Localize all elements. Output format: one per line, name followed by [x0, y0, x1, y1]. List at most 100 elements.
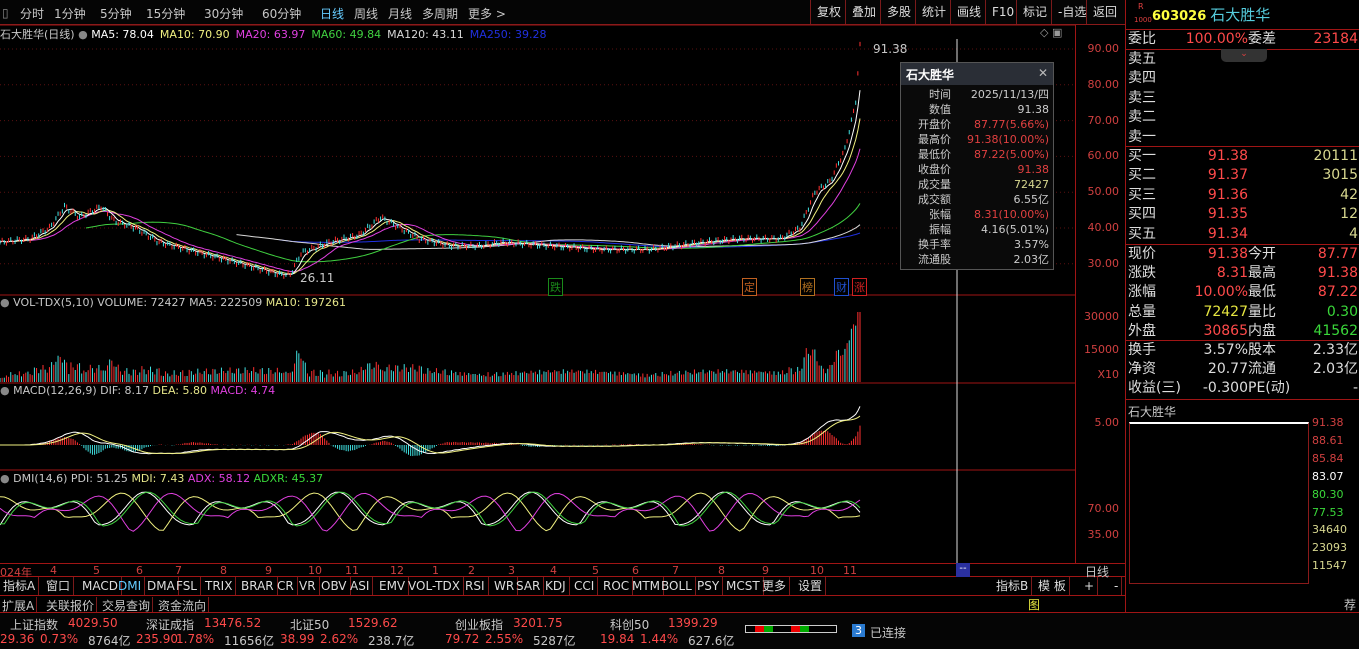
toolbar-button-4[interactable]: 画线 [950, 0, 987, 24]
tooltip-row: 成交额 6.55亿 [901, 192, 1053, 207]
indicator-tab-指标a[interactable]: 指标A [0, 577, 40, 595]
indicator-tab-boll[interactable]: BOLL [658, 577, 696, 595]
tooltip-key: 开盘价 [918, 118, 951, 131]
event-marker[interactable]: 定 [742, 278, 757, 296]
quote-row: 涨跌 8.31 最高 91.38 [1128, 265, 1358, 282]
index-value: 3201.75 [513, 616, 563, 630]
period-toolbar: ▯ 分时 1分钟 5分钟 15分钟 30分钟 60分钟 日线 周线 月线 多周期 更多 > 复权 叠加 多股… [0, 0, 1125, 25]
toolbar-button-6[interactable]: 标记 [1016, 0, 1053, 24]
indicator-tab-cci[interactable]: CCI [571, 577, 599, 595]
tab-period-2[interactable]: 5分钟 [100, 5, 132, 22]
tab-period-1[interactable]: 1分钟 [54, 5, 86, 22]
bid-row: 买三 91.36 42 [1128, 186, 1358, 203]
indicator-tab-dmi[interactable]: DMI [115, 577, 146, 595]
indicator-tab-asi[interactable]: ASI [347, 577, 374, 595]
date-tick: 8 [718, 564, 725, 577]
indicator-tab-窗口[interactable]: 窗口 [43, 577, 75, 595]
indicator-tab-cr[interactable]: CR [274, 577, 298, 595]
tab-period-9[interactable]: 多周期 [422, 5, 458, 22]
index-pct: 2.62% [320, 632, 359, 646]
axis-tick: 35.00 [1087, 528, 1120, 541]
indicator-tab-rsi[interactable]: RSI [462, 577, 489, 595]
indicator-tab-kdj[interactable]: KDJ [542, 577, 570, 595]
tab-period-7[interactable]: 周线 [354, 5, 378, 22]
indicator-right-3[interactable]: - [1111, 577, 1123, 595]
tooltip-key: 振幅 [929, 223, 951, 236]
quote-row: 现价 91.38 今开 87.77 [1128, 246, 1358, 262]
index-pct: 1.78% [176, 632, 215, 646]
date-tick: 10 [810, 564, 824, 577]
index-name[interactable]: 上证指数 [10, 616, 58, 633]
tooltip-value: 72427 [1014, 178, 1049, 191]
index-name[interactable]: 创业板指 [455, 616, 503, 633]
tab-period-8[interactable]: 月线 [388, 5, 412, 22]
date-tick: 10 [308, 564, 322, 577]
intraday-mini-chart[interactable] [1129, 422, 1309, 584]
tooltip-value: 3.57% [1014, 238, 1049, 251]
toolbar-button-1[interactable]: 叠加 [845, 0, 882, 24]
toolbar-button-5[interactable]: F10 [985, 0, 1020, 24]
index-amount: 238.7亿 [368, 634, 415, 648]
indicator-tab-trix[interactable]: TRIX [202, 577, 237, 595]
mini-axis-tick: 91.38 [1312, 416, 1344, 429]
tooltip-row: 时间 2025/11/13/四 [901, 87, 1053, 102]
indicator-tab-fsl[interactable]: FSL [173, 577, 201, 595]
tooltip-key: 收盘价 [918, 163, 951, 176]
event-marker[interactable]: 跌 [548, 278, 563, 296]
index-value: 13476.52 [204, 616, 262, 630]
tab-period-4[interactable]: 30分钟 [204, 5, 243, 22]
indicator-tab-更多[interactable]: 更多 [759, 577, 791, 595]
date-tick: 7 [672, 564, 679, 577]
dmi-legend: ● DMI(14,6) PDI: 51.25 MDI: 7.43 ADX: 58… [0, 472, 324, 485]
indicator-right-2[interactable]: + [1081, 577, 1099, 595]
chart-toggle[interactable]: 图 [1028, 596, 1040, 613]
tab-period-3[interactable]: 15分钟 [146, 5, 185, 22]
index-pct: 0.73% [40, 632, 79, 646]
tab-period-6[interactable]: 日线 [320, 5, 344, 22]
toolbar-button-2[interactable]: 多股 [880, 0, 917, 24]
ma10-line [0, 118, 861, 275]
recommend-tab[interactable]: 荐 [1344, 596, 1356, 613]
event-marker[interactable]: 榜 [800, 278, 815, 296]
event-marker[interactable]: 财 [834, 278, 849, 296]
tab-period-0[interactable]: 分时 [20, 5, 44, 22]
info-row: 换手 3.57% 股本 2.33亿 [1128, 342, 1358, 358]
index-name[interactable]: 北证50 [290, 616, 329, 633]
tab-period-5[interactable]: 60分钟 [262, 5, 301, 22]
settings-icon[interactable]: ● [78, 28, 88, 41]
stock-code: 603026 [1152, 9, 1207, 24]
indicator-tab-psy[interactable]: PSY [694, 577, 724, 595]
indicator-tab-vol-tdx[interactable]: VOL-TDX [405, 577, 464, 595]
event-marker[interactable]: 涨 [852, 278, 867, 296]
bid-row: 买一 91.38 20111 [1128, 148, 1358, 164]
tooltip-value: 6.55亿 [1013, 193, 1050, 206]
chart-title: 石大胜华(日线) [0, 28, 75, 41]
ma-label-0: MA5: 78.04 [91, 28, 154, 41]
connection-status[interactable]: 已连接 [870, 624, 906, 641]
indicator-right-0[interactable]: 指标B [993, 577, 1033, 595]
index-pct: 1.44% [640, 632, 679, 646]
indicator-tab-mcst[interactable]: MCST [723, 577, 764, 595]
tooltip-key: 成交额 [918, 193, 951, 206]
indicator-right-1[interactable]: 模 板 [1035, 577, 1070, 595]
index-name[interactable]: 科创50 [610, 616, 649, 633]
index-name[interactable]: 深证成指 [146, 616, 194, 633]
toolbar-button-0[interactable]: 复权 [810, 0, 847, 24]
chart-mode-icons[interactable]: ◇ ▣ [1040, 26, 1062, 39]
indicator-tab-brar[interactable]: BRAR [238, 577, 278, 595]
toolbar-button-3[interactable]: 统计 [915, 0, 952, 24]
quote-panel: R 1000 603026 石大胜华 委比 100.00% 委差 23184 ⌄ 卖五 卖四 卖三 卖二… [1028, 0, 1359, 613]
tab-period-10[interactable]: 更多 > [468, 5, 506, 22]
weibi-row: 委比 100.00% 委差 23184 [1128, 31, 1358, 47]
indicator-tab-设置[interactable]: 设置 [795, 577, 827, 595]
indicator-tab-obv[interactable]: OBV [318, 577, 351, 595]
axis-tick: 40.00 [1087, 221, 1120, 234]
indicator-tab-vr[interactable]: VR [296, 577, 320, 595]
close-icon[interactable]: ✕ [1038, 66, 1048, 80]
low-price-label: 26.11 [300, 271, 335, 285]
index-amount: 8764亿 [88, 634, 131, 648]
indicator-tab-sar[interactable]: SAR [513, 577, 545, 595]
sidebar-toggle-icon[interactable]: ▯ [2, 6, 9, 20]
index-change: 19.84 [600, 632, 635, 646]
toolbar-button-8[interactable]: 返回 [1086, 0, 1123, 24]
